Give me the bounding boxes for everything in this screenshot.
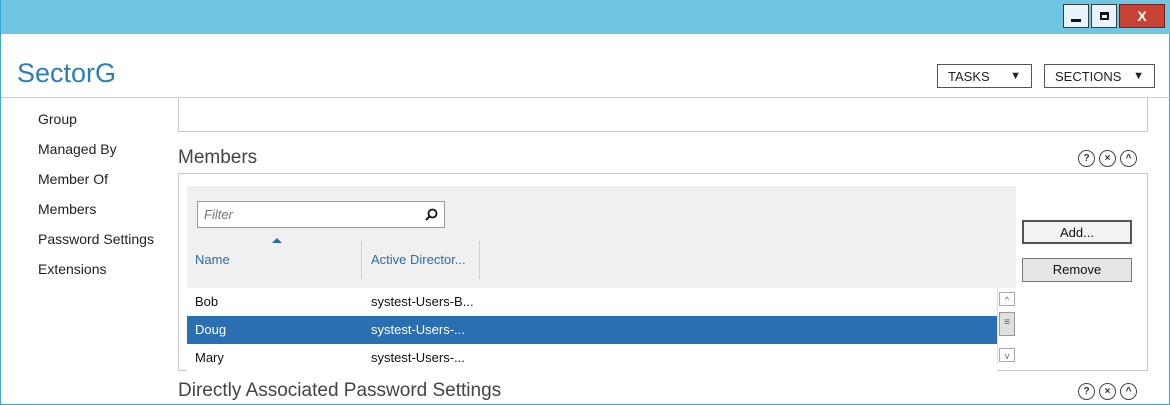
table-row-selected[interactable]: Doug systest-Users-...	[187, 316, 997, 344]
add-button[interactable]: Add...	[1022, 220, 1132, 244]
close-section-icon[interactable]: ×	[1099, 150, 1116, 167]
member-ad-path: systest-Users-B...	[371, 294, 474, 309]
members-grid: Name Active Director... Bob systest-User…	[187, 186, 1017, 372]
sidebar-item-group[interactable]: Group	[38, 104, 154, 134]
column-divider[interactable]	[361, 241, 362, 279]
scroll-thumb[interactable]: ≡	[999, 312, 1015, 336]
column-divider[interactable]	[479, 241, 480, 279]
members-section-title: Members	[178, 147, 258, 168]
previous-section-panel	[178, 98, 1148, 132]
close-button[interactable]: X	[1119, 4, 1165, 28]
member-ad-path: systest-Users-...	[371, 322, 465, 337]
members-section-icons: ? × ^	[1074, 150, 1137, 167]
table-row[interactable]: Mary systest-Users-...	[187, 344, 997, 372]
sidebar-item-extensions[interactable]: Extensions	[38, 254, 154, 284]
collapse-icon[interactable]: ^	[1120, 150, 1137, 167]
vertical-scrollbar[interactable]: ^ ≡ v	[997, 288, 1017, 364]
chevron-down-icon: ▼	[1133, 70, 1144, 82]
help-icon[interactable]: ?	[1078, 383, 1095, 400]
password-section-icons: ? × ^	[1074, 383, 1137, 400]
scroll-up-icon[interactable]: ^	[999, 292, 1015, 306]
title-bar[interactable]: X	[1, 0, 1170, 34]
chevron-down-icon: ▼	[1010, 70, 1021, 82]
close-section-icon[interactable]: ×	[1099, 383, 1116, 400]
sort-ascending-icon	[272, 238, 282, 243]
collapse-icon[interactable]: ^	[1120, 383, 1137, 400]
sidebar-item-members[interactable]: Members	[38, 194, 154, 224]
members-panel: Name Active Director... Bob systest-User…	[178, 173, 1148, 372]
sections-label: SECTIONS	[1055, 68, 1122, 84]
maximize-button[interactable]	[1091, 4, 1117, 28]
sidebar-item-member-of[interactable]: Member Of	[38, 164, 154, 194]
sidebar-item-password-settings[interactable]: Password Settings	[38, 224, 154, 254]
filter-input[interactable]	[198, 206, 406, 223]
members-list: Bob systest-Users-B... Doug systest-User…	[187, 288, 997, 372]
sidebar-item-managed-by[interactable]: Managed By	[38, 134, 154, 164]
close-icon: X	[1137, 8, 1147, 24]
search-icon[interactable]	[425, 208, 438, 221]
sidebar-nav: Group Managed By Member Of Members Passw…	[38, 104, 154, 284]
remove-button[interactable]: Remove	[1022, 258, 1132, 282]
password-settings-section-title: Directly Associated Password Settings	[178, 380, 502, 401]
page-title: SectorG	[17, 58, 117, 88]
member-name: Bob	[195, 294, 219, 309]
minimize-button[interactable]	[1063, 4, 1089, 28]
member-name: Mary	[195, 350, 224, 365]
maximize-icon	[1099, 12, 1109, 20]
window-controls: X	[1061, 4, 1165, 28]
tasks-dropdown[interactable]: TASKS ▼	[937, 64, 1032, 88]
member-ad-path: systest-Users-...	[371, 350, 465, 365]
minimize-icon	[1071, 18, 1081, 22]
table-row[interactable]: Bob systest-Users-B...	[187, 288, 997, 316]
member-name: Doug	[195, 322, 227, 337]
column-header-name[interactable]: Name	[195, 241, 230, 279]
scroll-down-icon[interactable]: v	[999, 348, 1015, 362]
tasks-label: TASKS	[948, 68, 990, 84]
filter-box[interactable]	[197, 201, 445, 228]
help-icon[interactable]: ?	[1078, 150, 1095, 167]
app-window: X SectorG TASKS ▼ SECTIONS ▼ Group Manag…	[0, 0, 1170, 405]
sections-dropdown[interactable]: SECTIONS ▼	[1044, 64, 1155, 88]
column-header-active-directory[interactable]: Active Director...	[371, 241, 466, 279]
